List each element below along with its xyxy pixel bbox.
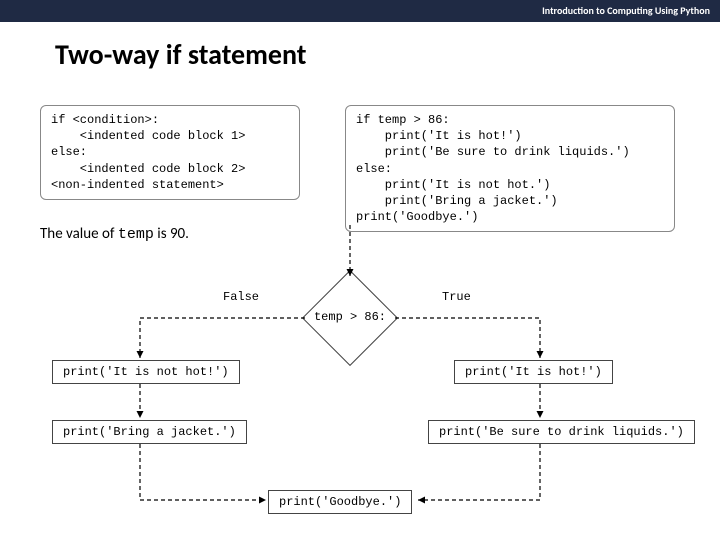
header-bar: Introduction to Computing Using Python — [0, 0, 720, 22]
true-label: True — [442, 290, 471, 304]
code-example-box: if temp > 86: print('It is hot!') print(… — [345, 105, 675, 232]
value-sentence: The value of temp is 90. — [40, 225, 189, 243]
code-template-box: if <condition>: <indented code block 1> … — [40, 105, 300, 200]
condition-label: temp > 86: — [302, 310, 398, 324]
slide-title: Two-way if statement — [55, 37, 720, 72]
node-final: print('Goodbye.') — [268, 490, 412, 514]
node-right1: print('It is hot!') — [454, 360, 613, 384]
node-left2: print('Bring a jacket.') — [52, 420, 247, 444]
node-right2: print('Be sure to drink liquids.') — [428, 420, 695, 444]
node-left1: print('It is not hot!') — [52, 360, 240, 384]
course-label: Introduction to Computing Using Python — [542, 4, 710, 17]
false-label: False — [223, 290, 259, 304]
decision-diamond: temp > 86: — [302, 270, 398, 366]
